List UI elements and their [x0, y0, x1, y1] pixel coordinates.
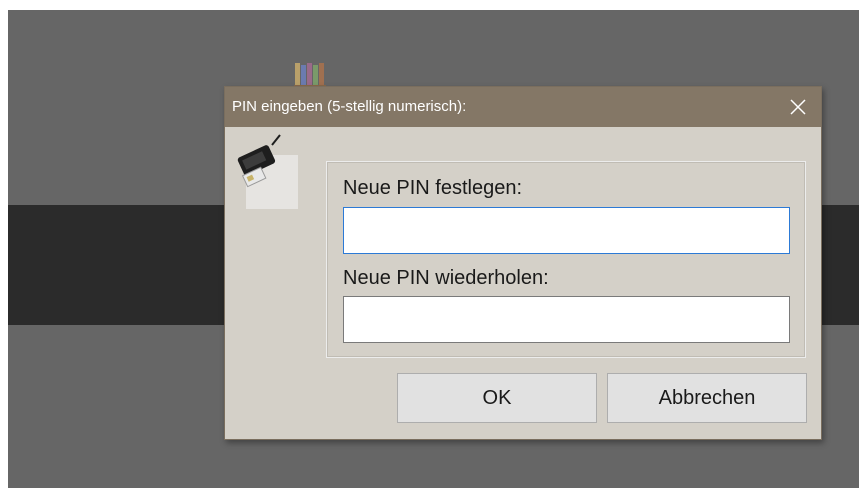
cancel-button[interactable]: Abbrechen — [607, 373, 807, 423]
pin-dialog: PIN eingeben (5-stellig numerisch): Neue… — [224, 86, 822, 440]
close-button[interactable] — [775, 87, 821, 127]
ok-button[interactable]: OK — [397, 373, 597, 423]
new-pin-label: Neue PIN festlegen: — [343, 177, 522, 199]
new-pin-input[interactable] — [343, 207, 790, 254]
close-icon — [790, 99, 806, 115]
repeat-pin-label: Neue PIN wiederholen: — [343, 267, 549, 289]
dialog-titlebar[interactable]: PIN eingeben (5-stellig numerisch): — [225, 87, 821, 127]
books-icon — [294, 63, 326, 87]
dialog-title: PIN eingeben (5-stellig numerisch): — [232, 98, 467, 115]
card-reader-icon — [237, 134, 281, 188]
repeat-pin-input[interactable] — [343, 296, 790, 343]
